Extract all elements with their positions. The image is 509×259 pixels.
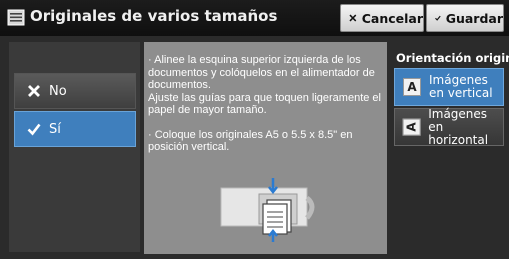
- orientation-horizontal-line2: en horizontal: [428, 119, 489, 147]
- option-si-button[interactable]: Sí: [14, 111, 136, 147]
- letter-a-icon: A: [402, 118, 421, 136]
- instruction-paragraph: Ajuste las guías para que toquen ligeram…: [148, 91, 381, 117]
- instruction-paragraph: · Coloque los originales A5 o 5.5 x 8.5"…: [148, 128, 353, 154]
- check-icon: [435, 15, 441, 21]
- orientation-vertical-button[interactable]: A Imágenes en vertical: [394, 68, 504, 106]
- document-icon: [7, 9, 25, 26]
- save-button[interactable]: Guardar: [426, 4, 504, 32]
- letter-a-icon: A: [403, 78, 421, 96]
- instructions-panel: · Alinee la esquina superior izquierda d…: [144, 42, 387, 254]
- cancel-button[interactable]: Cancelar: [340, 4, 424, 32]
- orientation-vertical-label: Imágenes en vertical: [429, 74, 493, 100]
- orientation-label: Orientación original: [396, 51, 509, 65]
- instruction-paragraph: · Alinee la esquina superior izquierda d…: [148, 54, 375, 91]
- option-si-label: Sí: [49, 121, 61, 137]
- instructions-text: · Alinee la esquina superior izquierda d…: [148, 54, 384, 166]
- cancel-button-label: Cancelar: [361, 10, 423, 26]
- orientation-vertical-line2: en vertical: [429, 86, 493, 100]
- close-icon: [28, 85, 40, 97]
- save-button-label: Guardar: [445, 10, 503, 26]
- orientation-horizontal-line1: Imágenes: [428, 106, 488, 121]
- close-icon: [349, 14, 357, 22]
- check-icon: [27, 123, 41, 136]
- page-title: Originales de varios tamaños: [30, 7, 278, 25]
- document-feeder-icon: [220, 178, 315, 242]
- orientation-horizontal-button[interactable]: A Imágenes en horizontal: [394, 106, 504, 147]
- option-no-button[interactable]: No: [14, 73, 136, 109]
- orientation-horizontal-label: Imágenes en horizontal: [428, 106, 503, 147]
- option-no-label: No: [49, 83, 67, 99]
- header-bar: Originales de varios tamaños Cancelar Gu…: [0, 0, 509, 36]
